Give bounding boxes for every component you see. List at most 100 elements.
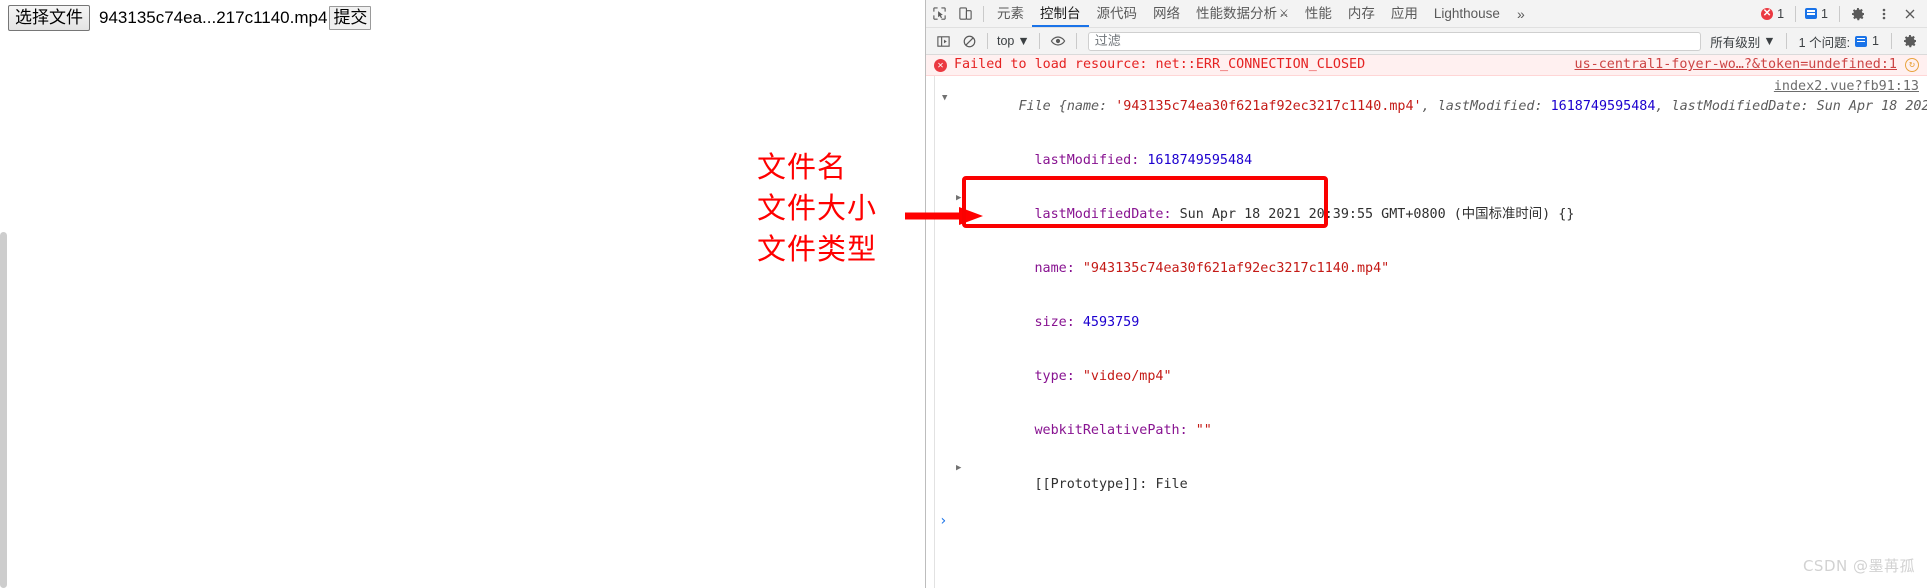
- selected-file-name: 943135c74ea...217c1140.mp4: [99, 8, 328, 27]
- close-icon[interactable]: [1897, 1, 1923, 27]
- message-count-label: 1: [1821, 6, 1828, 21]
- property-value-6: "": [1195, 423, 1212, 438]
- tab-application[interactable]: 应用: [1383, 0, 1426, 27]
- preview-key-name: name:: [1066, 99, 1116, 114]
- expand-triangle-closed-icon[interactable]: ▶: [956, 189, 961, 207]
- browser-page-pane: 选择文件 943135c74ea...217c1140.mp4 提交: [0, 0, 926, 588]
- object-preview[interactable]: ▼ File {name: '943135c74ea30f621af92ec321…: [926, 80, 1927, 134]
- filterbar-divider-5: [1891, 33, 1892, 49]
- issues-chip[interactable]: 1 个问题: 1: [1792, 31, 1886, 52]
- log-level-label: 所有级别: [1710, 35, 1761, 50]
- tab-memory[interactable]: 内存: [1340, 0, 1383, 27]
- tab-performance-insights-label: 性能数据分析: [1196, 6, 1277, 21]
- error-icon-row: ✕: [934, 58, 947, 72]
- property-key: lastModified:: [1034, 153, 1140, 168]
- console-error-text: Failed to load resource: net::ERR_CONNEC…: [954, 57, 1366, 72]
- filter-input[interactable]: [1087, 31, 1702, 51]
- watermark: CSDN @墨苒孤: [1802, 557, 1915, 575]
- console-sidebar-icon[interactable]: [930, 28, 956, 54]
- tab-elements[interactable]: 元素: [989, 0, 1032, 27]
- tab-network[interactable]: 网络: [1145, 0, 1188, 27]
- preview-sep-1: ,: [1421, 99, 1438, 114]
- context-selector-label: top: [997, 34, 1015, 48]
- toolbar-right-group: ✕ 1 1: [1757, 1, 1927, 27]
- preview-key-lastmodified: lastModified:: [1437, 99, 1551, 114]
- filterbar-divider-4: [1785, 33, 1787, 49]
- console-prompt[interactable]: ›: [926, 512, 1927, 532]
- file-upload-form: 选择文件 943135c74ea...217c1140.mp4 提交: [8, 5, 372, 31]
- toolbar-divider-3: [1839, 5, 1840, 22]
- property-key-7: [[Prototype]]:: [1034, 477, 1148, 492]
- filterbar-divider: [987, 33, 988, 49]
- property-value-4: 4593759: [1082, 315, 1140, 330]
- property-row-webkitrelativepath[interactable]: webkitRelativePath: "": [926, 404, 1927, 458]
- property-value-7: File: [1155, 477, 1188, 492]
- page-scrollbar[interactable]: [0, 232, 7, 588]
- devtools-panel: 元素 控制台 源代码 网络 性能数据分析 ⚔ 性能 内存 应用 Lighthous…: [926, 0, 1927, 588]
- console-log-entry[interactable]: index2.vue?fb91:13 ▼ File {name: '943135c…: [926, 76, 1927, 532]
- context-selector[interactable]: top ▼: [993, 33, 1034, 49]
- choose-file-button[interactable]: 选择文件: [8, 5, 90, 31]
- clear-console-icon[interactable]: [956, 28, 982, 54]
- property-row-lastmodified[interactable]: lastModified: 1618749595484: [926, 134, 1927, 188]
- property-key-2: lastModifiedDate:: [1034, 207, 1172, 222]
- property-row-prototype[interactable]: ▶ [[Prototype]]: File: [926, 458, 1927, 512]
- devtools-toolbar: 元素 控制台 源代码 网络 性能数据分析 ⚔ 性能 内存 应用 Lighthous…: [926, 0, 1927, 28]
- log-level-selector[interactable]: 所有级别 ▼: [1705, 31, 1780, 52]
- property-key-3: name:: [1034, 261, 1075, 276]
- experimental-flask-icon: ⚔: [1279, 8, 1289, 20]
- toolbar-divider-2: [1795, 5, 1797, 22]
- property-value-5: "video/mp4": [1082, 369, 1172, 384]
- inspect-element-icon[interactable]: [926, 1, 952, 27]
- issues-count: 1: [1872, 34, 1879, 48]
- console-message-list[interactable]: ✕ Failed to load resource: net::ERR_CONN…: [926, 55, 1927, 588]
- property-key-4: size:: [1034, 315, 1075, 330]
- preview-value-lastmodified: 1618749595484: [1550, 99, 1656, 114]
- property-value-2: Sun Apr 18 2021 20:39:55 GMT+0800 (中国标准时…: [1179, 207, 1575, 222]
- kebab-menu-icon[interactable]: [1871, 1, 1897, 27]
- error-count-label: 1: [1777, 6, 1785, 21]
- property-value-3: "943135c74ea30f621af92ec3217c1140.mp4": [1082, 261, 1390, 276]
- filterbar-divider-3: [1075, 33, 1077, 49]
- console-error-source-link[interactable]: us-central1-foyer-wo…?&token=undefined:1: [1575, 56, 1897, 74]
- tab-console[interactable]: 控制台: [1032, 0, 1089, 27]
- issues-label: 1 个问题:: [1798, 35, 1851, 50]
- error-count-badge[interactable]: ✕ 1: [1757, 6, 1790, 22]
- tab-performance[interactable]: 性能: [1297, 0, 1340, 27]
- issues-message-icon: [1855, 35, 1868, 47]
- property-row-lastmodifieddate[interactable]: ▶ lastModifiedDate: Sun Apr 18 2021 20:39…: [926, 188, 1927, 242]
- property-key-6: webkitRelativePath:: [1034, 423, 1188, 438]
- tab-sources[interactable]: 源代码: [1089, 0, 1146, 27]
- chevron-down-icon: ▼: [1017, 34, 1030, 48]
- prompt-caret-icon: ›: [939, 513, 948, 529]
- property-key-5: type:: [1034, 369, 1075, 384]
- message-icon: [1805, 8, 1818, 19]
- refresh-badge-icon[interactable]: ↻: [1905, 58, 1919, 72]
- preview-value-lastmodifieddate: Sun Apr 18 2021 20:39:55 GMT+0800 (中国标准时…: [1816, 99, 1927, 114]
- filterbar-divider-2: [1038, 33, 1040, 49]
- gear-icon[interactable]: [1845, 1, 1871, 27]
- property-row-type[interactable]: type: "video/mp4": [926, 350, 1927, 404]
- property-value: 1618749595484: [1147, 153, 1253, 168]
- live-expression-icon[interactable]: [1045, 28, 1071, 54]
- expand-triangle-closed-icon-2[interactable]: ▶: [956, 459, 961, 477]
- submit-button[interactable]: 提交: [329, 6, 372, 30]
- property-row-size[interactable]: size: 4593759: [926, 296, 1927, 350]
- tab-performance-insights[interactable]: 性能数据分析 ⚔: [1188, 0, 1297, 27]
- console-settings-gear-icon[interactable]: [1897, 28, 1923, 54]
- property-row-name[interactable]: name: "943135c74ea30f621af92ec3217c1140.…: [926, 242, 1927, 296]
- error-icon: ✕: [1761, 7, 1774, 20]
- expand-triangle-open-icon[interactable]: ▼: [942, 89, 947, 107]
- chevron-down-icon-2: ▼: [1763, 34, 1776, 48]
- preview-type: File {: [1018, 99, 1067, 114]
- chevron-double-right-icon[interactable]: »: [1508, 6, 1534, 22]
- preview-value-name: '943135c74ea30f621af92ec3217c1140.mp4': [1115, 99, 1422, 114]
- tab-lighthouse[interactable]: Lighthouse: [1426, 0, 1508, 27]
- preview-key-lastmodifieddate: lastModifiedDate:: [1671, 99, 1817, 114]
- console-filter-bar: top ▼ 所有级别 ▼ 1 个问题: 1: [926, 28, 1927, 55]
- preview-sep-2: ,: [1655, 99, 1672, 114]
- message-count-badge[interactable]: 1: [1801, 6, 1834, 22]
- device-toolbar-icon[interactable]: [952, 1, 978, 27]
- toolbar-divider: [983, 5, 984, 22]
- console-error-row[interactable]: ✕ Failed to load resource: net::ERR_CONN…: [926, 55, 1927, 76]
